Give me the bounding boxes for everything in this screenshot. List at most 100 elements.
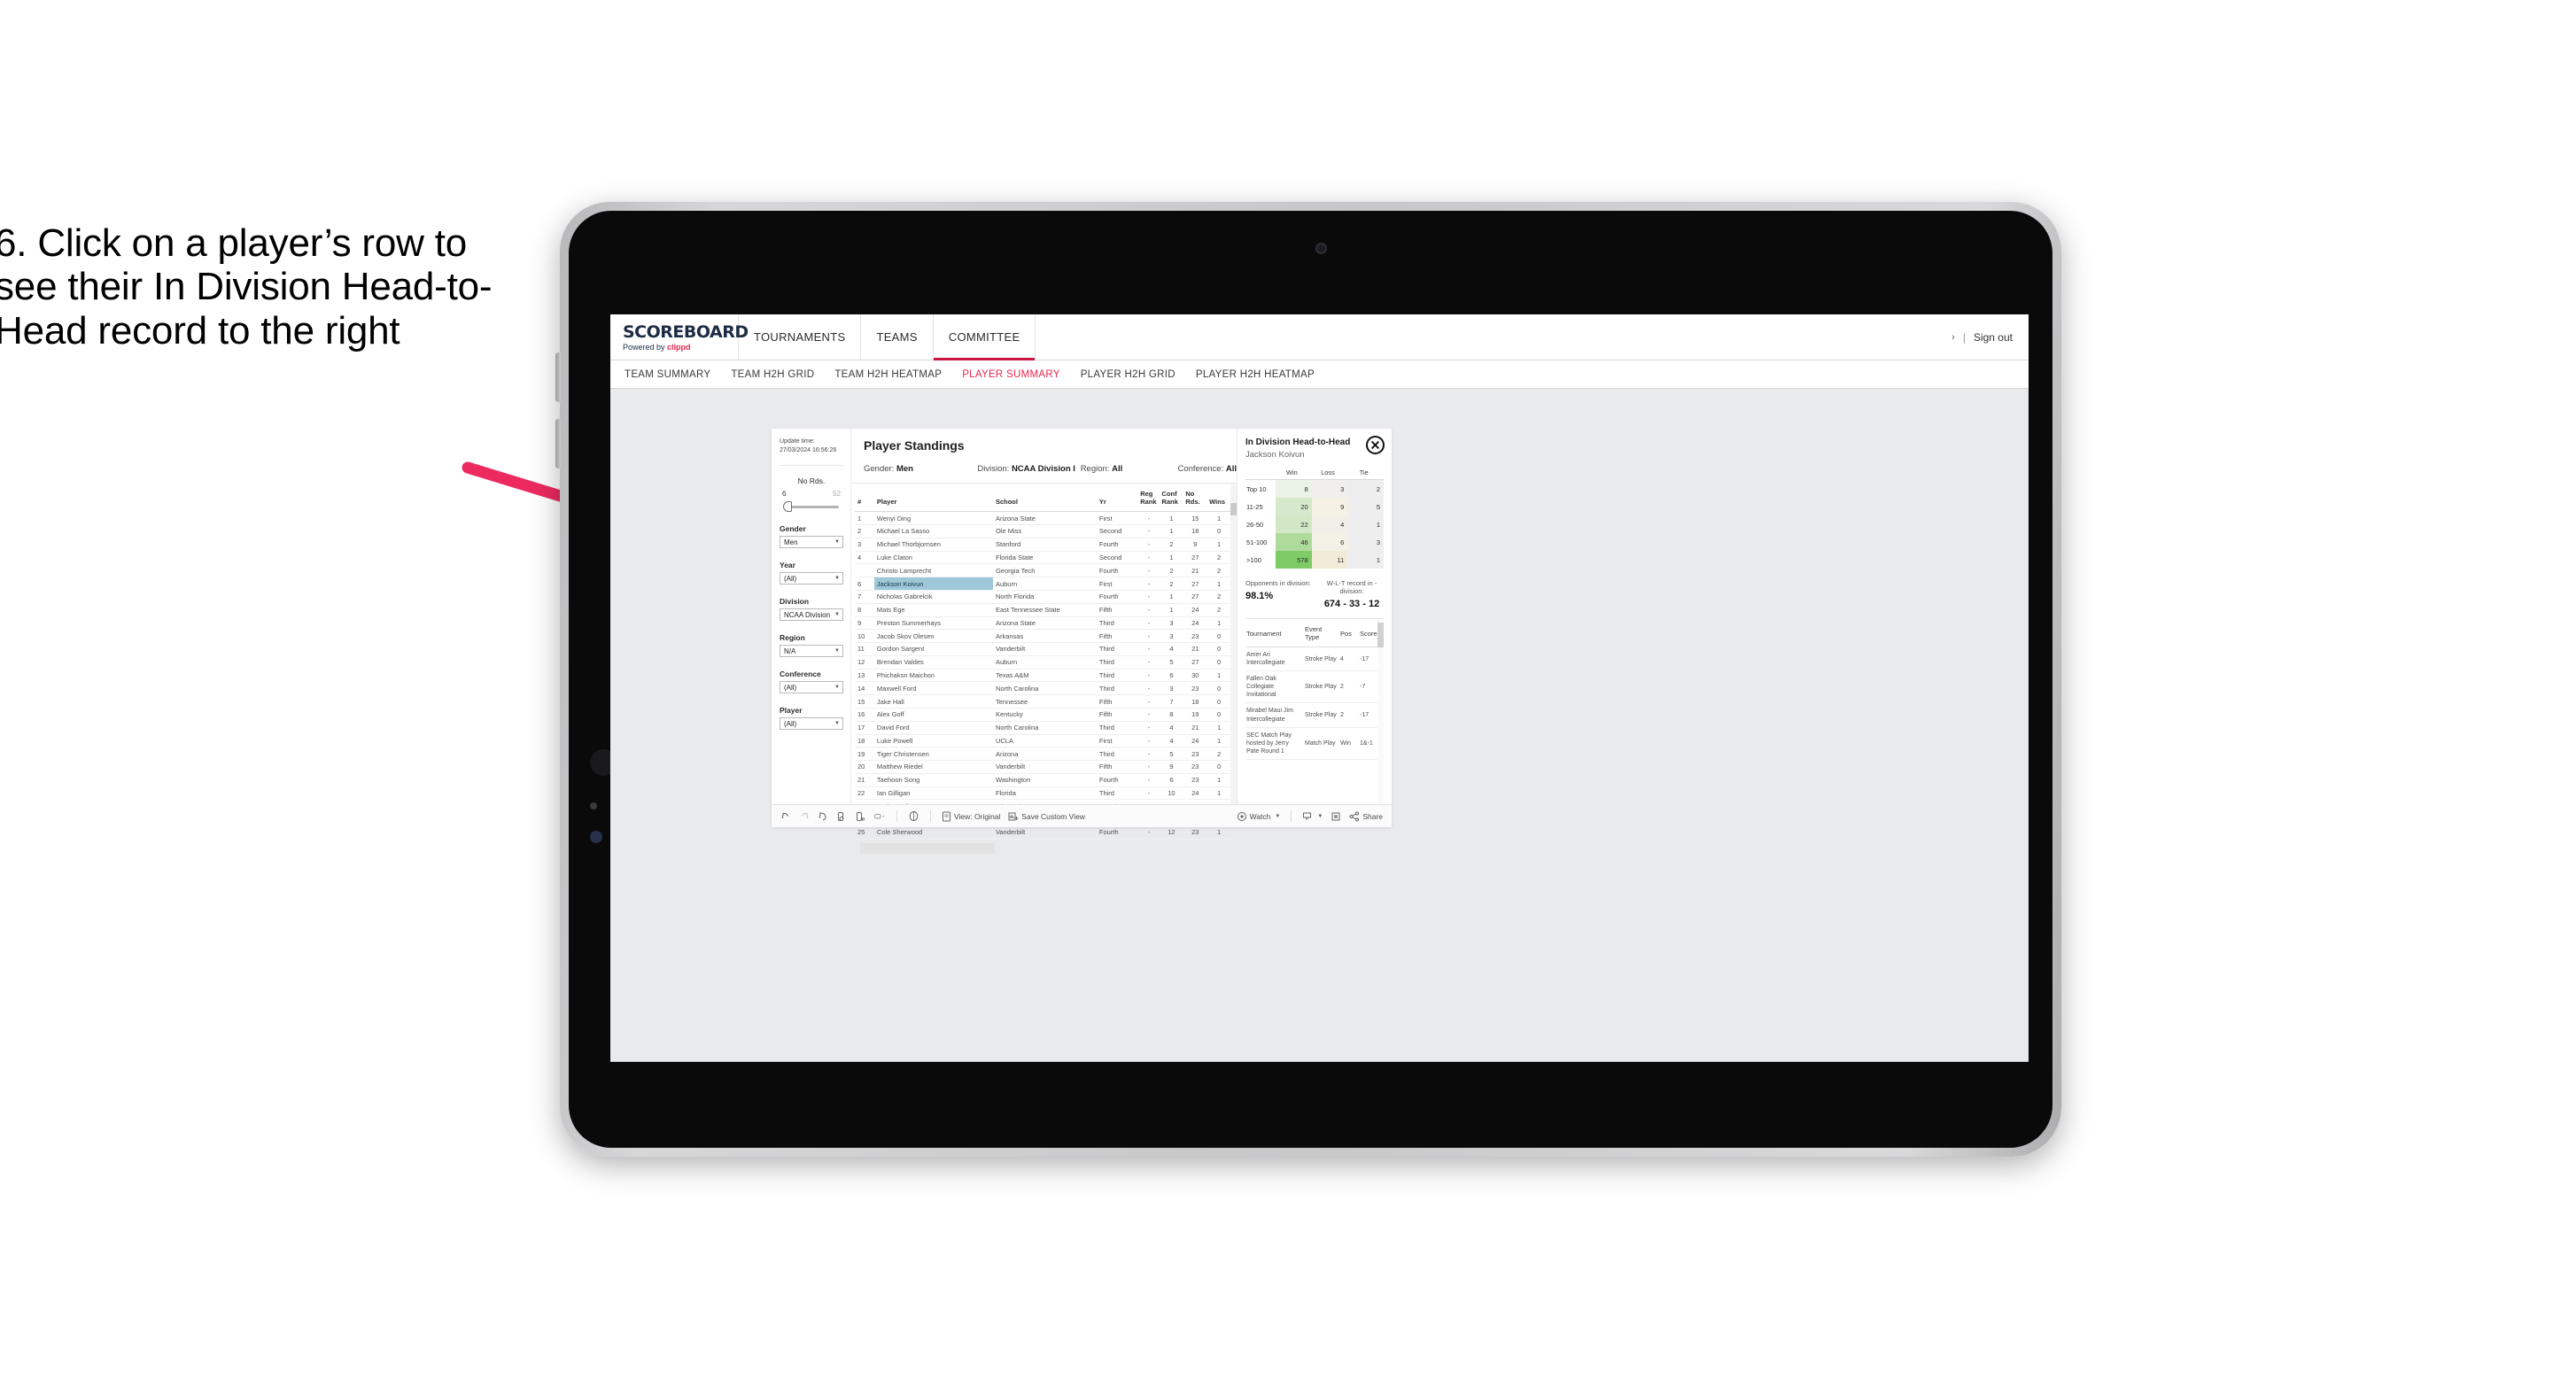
table-row[interactable]: 20 Matthew Riedel Vanderbilt Fifth -9 23 0 xyxy=(855,760,1230,774)
tab-team-h2h-heatmap[interactable]: TEAM H2H HEATMAP xyxy=(834,369,942,380)
table-row[interactable]: 10 Jacob Skov Olesen Arkansas Fifth -3 23 0 xyxy=(855,629,1230,644)
table-row[interactable]: 7 Nicholas Gabrelcik North Florida Fourth -1… xyxy=(855,590,1230,604)
scrollbar-thumb[interactable] xyxy=(1230,503,1237,515)
filter-select-year[interactable]: (All) ▼ xyxy=(780,572,843,585)
tournament-row[interactable]: Fallen Oak Collegiate Invitational Stroke… xyxy=(1245,670,1382,704)
no-rounds-range: 6 52 xyxy=(780,490,843,498)
save-custom-view-button[interactable]: Save Custom View xyxy=(1008,811,1085,822)
col-header-player[interactable]: Player xyxy=(873,484,993,513)
col-header-conf-rank[interactable]: Conf Rank xyxy=(1159,484,1183,513)
logo-title: SCOREBOARD xyxy=(623,322,749,342)
cell-num: 20 xyxy=(855,760,874,774)
pause-updates-icon[interactable] xyxy=(855,811,865,822)
cell-wins: 2 xyxy=(1207,563,1230,578)
col-header-rank[interactable]: # xyxy=(855,484,874,513)
h2h-matrix-row: 26-50 22 4 1 xyxy=(1245,515,1384,533)
tournament-row[interactable]: Mirabel Maui Jim Intercollegiate Stroke P… xyxy=(1245,702,1382,728)
sign-out-link[interactable]: Sign out xyxy=(1974,331,2013,344)
app-logo[interactable]: SCOREBOARD Powered by clippd xyxy=(610,314,749,360)
device-layout-icon[interactable] xyxy=(1331,811,1341,822)
filter-select-region[interactable]: N/A ▼ xyxy=(780,645,843,658)
cell-yr: Fourth xyxy=(1096,538,1138,552)
revert-icon[interactable] xyxy=(818,811,828,822)
nav-item-tournaments[interactable]: TOURNAMENTS xyxy=(739,314,862,360)
table-row[interactable]: 8 Mats Ege East Tennessee State Fifth -1 24 2 xyxy=(855,603,1230,617)
chevron-down-icon: ▼ xyxy=(1275,813,1281,819)
table-row[interactable]: 21 Taehoon Song Washington Fourth -6 23 1 xyxy=(855,773,1230,787)
scrollbar-thumb[interactable] xyxy=(1377,623,1384,647)
table-row[interactable]: 1 Wenyi Ding Arizona State First -1 15 1 xyxy=(855,511,1230,526)
no-rounds-slider[interactable] xyxy=(781,501,842,513)
filter-select-division[interactable]: NCAA Division I ▼ xyxy=(780,608,843,622)
cell-reg: - xyxy=(1137,760,1160,774)
col-header-school[interactable]: School xyxy=(992,484,1097,513)
filter-label-gender: Gender xyxy=(780,524,806,534)
standings-vertical-scrollbar[interactable] xyxy=(1230,484,1237,804)
volume-down-button[interactable] xyxy=(555,419,561,468)
filter-select-player[interactable]: (All) ▼ xyxy=(780,717,843,731)
undo-icon[interactable] xyxy=(780,811,791,822)
scrollbar-thumb[interactable] xyxy=(860,842,995,854)
table-row[interactable]: 19 Tiger Christensen Arizona Third -5 23 2 xyxy=(855,747,1230,762)
table-row[interactable]: 3 Michael Thorbjornsen Stanford Fourth -2 9 1 xyxy=(855,538,1230,552)
truncated-menu-icon[interactable]: › xyxy=(1951,332,1955,343)
cell-reg: - xyxy=(1137,825,1160,840)
table-row[interactable]: 6 Jackson Koivun Auburn First -2 27 1 xyxy=(855,577,1230,591)
tournament-row[interactable]: SEC Match Play hosted by Jerry Pate Roun… xyxy=(1245,727,1382,760)
volume-up-button[interactable] xyxy=(555,352,561,402)
close-icon[interactable] xyxy=(1366,436,1385,454)
filter-select-gender[interactable]: Men ▼ xyxy=(780,536,843,549)
table-row[interactable]: 9 Preston Summerhays Arizona State Third -3 2… xyxy=(855,616,1230,631)
filter-icon[interactable] xyxy=(873,811,886,822)
col-header-wins[interactable]: Wins xyxy=(1207,484,1230,513)
tab-player-h2h-grid[interactable]: PLAYER H2H GRID xyxy=(1081,369,1175,380)
watch-button[interactable]: Watch ▼ xyxy=(1237,811,1281,822)
cell-num: 1 xyxy=(855,511,874,526)
table-row[interactable]: 22 Ian Gilligan Florida Third -10 24 1 xyxy=(855,786,1230,801)
refresh-data-icon[interactable] xyxy=(836,811,847,822)
col-header-pos[interactable]: Pos xyxy=(1339,619,1359,647)
tab-player-summary[interactable]: PLAYER SUMMARY xyxy=(962,369,1060,380)
tab-team-h2h-grid[interactable]: TEAM H2H GRID xyxy=(731,369,814,380)
table-row[interactable]: 11 Gordon Sargent Vanderbilt Third -4 21 0 xyxy=(855,642,1230,656)
nav-item-teams[interactable]: TEAMS xyxy=(861,314,934,360)
help-icon[interactable] xyxy=(908,810,919,822)
col-header-reg-rank[interactable]: Reg Rank xyxy=(1137,484,1160,513)
cell-conf: 10 xyxy=(1159,786,1183,801)
slider-handle[interactable] xyxy=(783,501,792,513)
col-header-no-rds[interactable]: No Rds. xyxy=(1183,484,1207,513)
redo-icon[interactable] xyxy=(799,811,810,822)
filter-select-conference[interactable]: (All) ▼ xyxy=(780,681,843,694)
col-header-yr[interactable]: Yr xyxy=(1096,484,1138,513)
table-row[interactable]: 18 Luke Powell UCLA First -4 24 1 xyxy=(855,734,1230,748)
col-header-tournament[interactable]: Tournament xyxy=(1245,619,1304,647)
table-row[interactable]: Christo Lamprecht Georgia Tech Fourth -2 21 2 xyxy=(855,563,1230,578)
filter-value-year: (All) xyxy=(784,574,797,583)
share-button[interactable]: Share xyxy=(1349,811,1383,822)
h2h-col-header-blank xyxy=(1245,468,1276,480)
comment-icon[interactable]: ▼ xyxy=(1302,811,1323,822)
view-original-button[interactable]: View: Original xyxy=(942,811,1000,822)
table-row[interactable]: 13 Phichaksn Maichon Texas A&M Third -6 30 1 xyxy=(855,669,1230,683)
cell-rds: 23 xyxy=(1183,760,1207,774)
col-header-event-type[interactable]: Event Type xyxy=(1304,619,1339,647)
tournament-row[interactable]: Amer Ari Intercollegiate Stroke Play 4 -17 xyxy=(1245,647,1382,672)
table-row[interactable]: 15 Jake Hall Tennessee Fifth -7 18 0 xyxy=(855,694,1230,708)
tab-player-h2h-heatmap[interactable]: PLAYER H2H HEATMAP xyxy=(1196,369,1315,380)
tournament-vertical-scrollbar[interactable] xyxy=(1377,619,1384,804)
cell-player: Christo Lamprecht xyxy=(873,563,993,578)
cell-reg: - xyxy=(1137,577,1160,591)
cell-num: 7 xyxy=(855,590,874,604)
table-row[interactable]: 4 Luke Claton Florida State Second -1 27 2 xyxy=(855,551,1230,565)
table-row[interactable]: 16 Alex Goff Kentucky Fifth -8 19 0 xyxy=(855,708,1230,722)
table-row[interactable]: 14 Maxwell Ford North Carolina Third -3 23 0 xyxy=(855,681,1230,696)
table-row[interactable]: 2 Michael La Sasso Ole Miss Second -1 18 0 xyxy=(855,524,1230,538)
tab-team-summary[interactable]: TEAM SUMMARY xyxy=(625,369,710,380)
cell-reg: - xyxy=(1137,773,1160,787)
table-row[interactable]: 12 Brendan Valdes Auburn Third -5 27 0 xyxy=(855,655,1230,670)
table-row[interactable]: 25 Cole Sherwood Vanderbilt Fourth -12 23 1 xyxy=(855,825,1230,840)
primary-nav: TOURNAMENTS TEAMS COMMITTEE xyxy=(739,314,1036,360)
nav-item-committee[interactable]: COMMITTEE xyxy=(933,314,1036,360)
cell-yr: Third xyxy=(1096,616,1138,631)
table-row[interactable]: 17 David Ford North Carolina Third -4 21 1 xyxy=(855,721,1230,735)
